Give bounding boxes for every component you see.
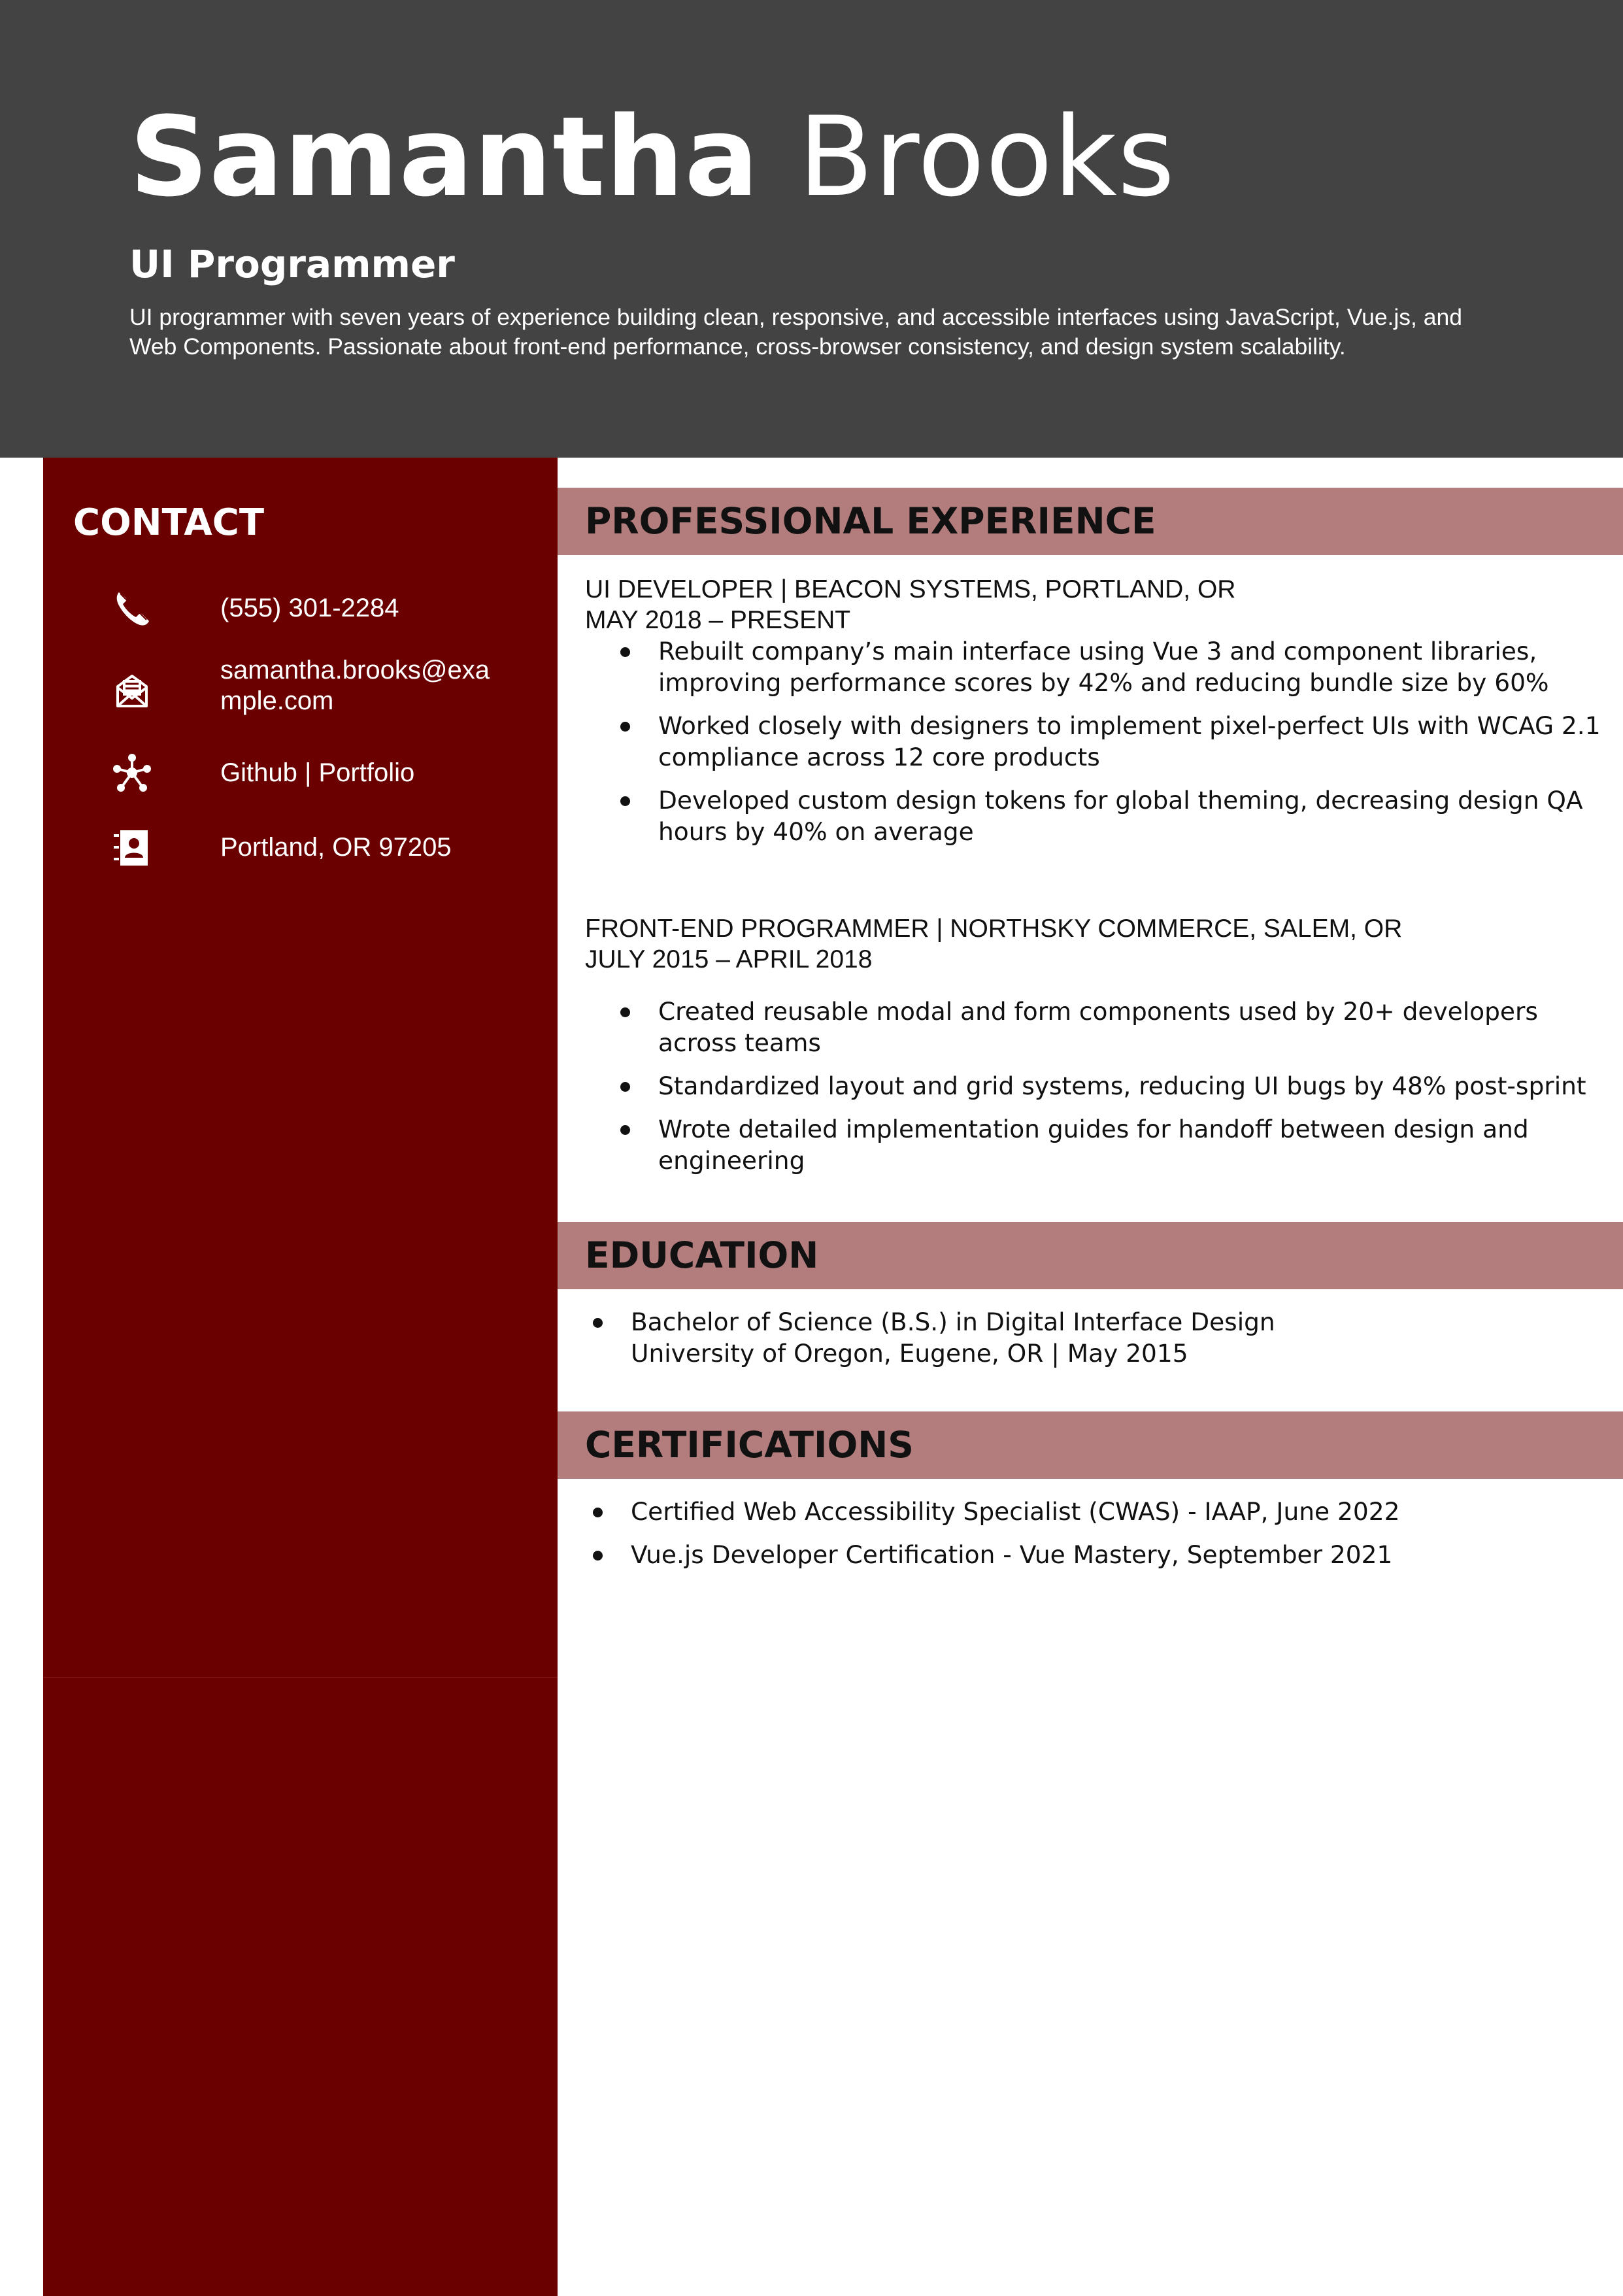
list-item: Developed custom design tokens for globa… [585, 785, 1605, 847]
summary: UI programmer with seven years of experi… [129, 304, 1463, 360]
list-item: Vue.js Developer Certification - Vue Mas… [558, 1539, 1590, 1570]
network-icon [112, 753, 152, 792]
list-item: Certified Web Accessibility Specialist (… [558, 1496, 1590, 1527]
sidebar-divider [43, 1677, 558, 1678]
degree: Bachelor of Science (B.S.) in Digital In… [631, 1308, 1275, 1336]
job-heading: FRONT-END PROGRAMMER | NORTHSKY COMMERCE… [585, 915, 1403, 943]
job-dates: MAY 2018 – PRESENT [585, 606, 851, 634]
first-name: Samantha [129, 93, 760, 221]
experience-heading: PROFESSIONAL EXPERIENCE [585, 500, 1156, 542]
phone-number[interactable]: (555) 301-2284 [220, 593, 508, 624]
location: Portland, OR 97205 [220, 833, 452, 862]
experience-section-header: PROFESSIONAL EXPERIENCE [558, 488, 1623, 555]
job-bullets: Created reusable modal and form componen… [585, 996, 1605, 1176]
resume-header: Samantha Brooks UI Programmer UI program… [0, 0, 1623, 458]
job-title: UI Programmer [129, 242, 455, 286]
certifications-section-header: CERTIFICATIONS [558, 1411, 1623, 1479]
candidate-name: Samantha Brooks [129, 92, 1175, 222]
list-item: Worked closely with designers to impleme… [585, 710, 1605, 773]
job-dates: JULY 2015 – APRIL 2018 [585, 945, 873, 973]
contact-heading: CONTACT [73, 501, 265, 544]
phone-icon [112, 588, 152, 628]
job-entry: UI DEVELOPER | BEACON SYSTEMS, PORTLAND,… [585, 574, 1605, 859]
email-address[interactable]: samantha.brooks@example.com [220, 655, 508, 717]
job-bullets: Rebuilt company’s main interface using V… [585, 635, 1605, 847]
job-heading: UI DEVELOPER | BEACON SYSTEMS, PORTLAND,… [585, 575, 1236, 603]
certifications-list: Certified Web Accessibility Specialist (… [558, 1496, 1590, 1570]
list-item: Created reusable modal and form componen… [585, 996, 1605, 1058]
list-item: Wrote detailed implementation guides for… [585, 1113, 1605, 1176]
education-item: Bachelor of Science (B.S.) in Digital In… [558, 1306, 1590, 1369]
contact-sidebar: CONTACT (555) 301-2284 samantha.brooks@e… [43, 458, 558, 2296]
school: University of Oregon, Eugene, OR | May 2… [631, 1339, 1188, 1368]
certifications-heading: CERTIFICATIONS [585, 1424, 914, 1466]
last-name: Brooks [798, 93, 1176, 221]
education-section-header: EDUCATION [558, 1222, 1623, 1289]
education-heading: EDUCATION [585, 1234, 819, 1276]
email-icon [112, 671, 152, 710]
list-item: Standardized layout and grid systems, re… [585, 1070, 1605, 1102]
address-card-icon [112, 828, 152, 867]
list-item: Rebuilt company’s main interface using V… [585, 635, 1605, 698]
education-list: Bachelor of Science (B.S.) in Digital In… [558, 1306, 1590, 1369]
job-entry: FRONT-END PROGRAMMER | NORTHSKY COMMERCE… [585, 913, 1605, 1188]
profile-links[interactable]: Github | Portfolio [220, 758, 508, 788]
